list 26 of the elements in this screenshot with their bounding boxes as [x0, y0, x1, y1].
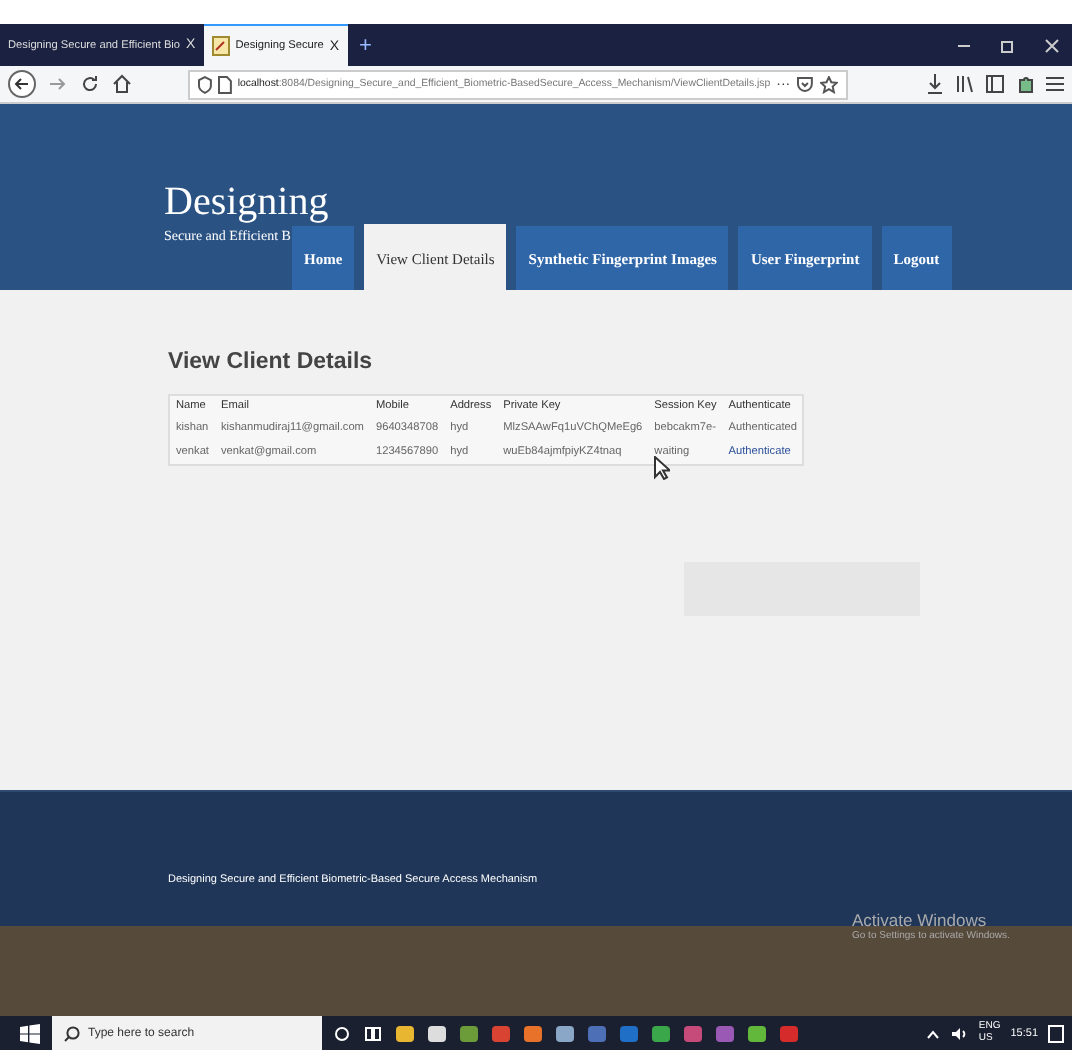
restore-icon[interactable]	[1000, 37, 1016, 53]
search-icon	[64, 1025, 80, 1041]
shield-icon	[198, 75, 212, 93]
notification-icon[interactable]	[1048, 1023, 1064, 1043]
windows-logo-icon[interactable]	[20, 1023, 40, 1043]
forward-icon[interactable]	[48, 74, 68, 94]
reload-icon[interactable]	[80, 74, 100, 94]
pocket-icon[interactable]	[796, 75, 815, 93]
task-view-icon[interactable]	[364, 1023, 382, 1043]
activation-title: Activate Windows	[852, 910, 989, 930]
download-icon[interactable]	[926, 74, 944, 94]
page-heading: View Client Details	[168, 350, 375, 374]
new-tab-button[interactable]: +	[347, 33, 384, 57]
library-icon[interactable]	[956, 74, 974, 94]
site-title: Designing	[164, 177, 329, 227]
speaker-icon[interactable]	[950, 1025, 969, 1041]
home-icon[interactable]	[112, 74, 132, 94]
back-icon[interactable]	[8, 70, 36, 98]
sidebar-icon[interactable]	[986, 74, 1004, 94]
menu-icon[interactable]	[1046, 74, 1064, 94]
page-icon	[217, 75, 232, 93]
chevron-up-icon[interactable]	[926, 1027, 941, 1039]
star-icon[interactable]	[820, 75, 838, 93]
circle-icon[interactable]	[334, 1023, 350, 1043]
page-icon	[211, 36, 230, 56]
close-icon[interactable]	[1044, 37, 1060, 53]
